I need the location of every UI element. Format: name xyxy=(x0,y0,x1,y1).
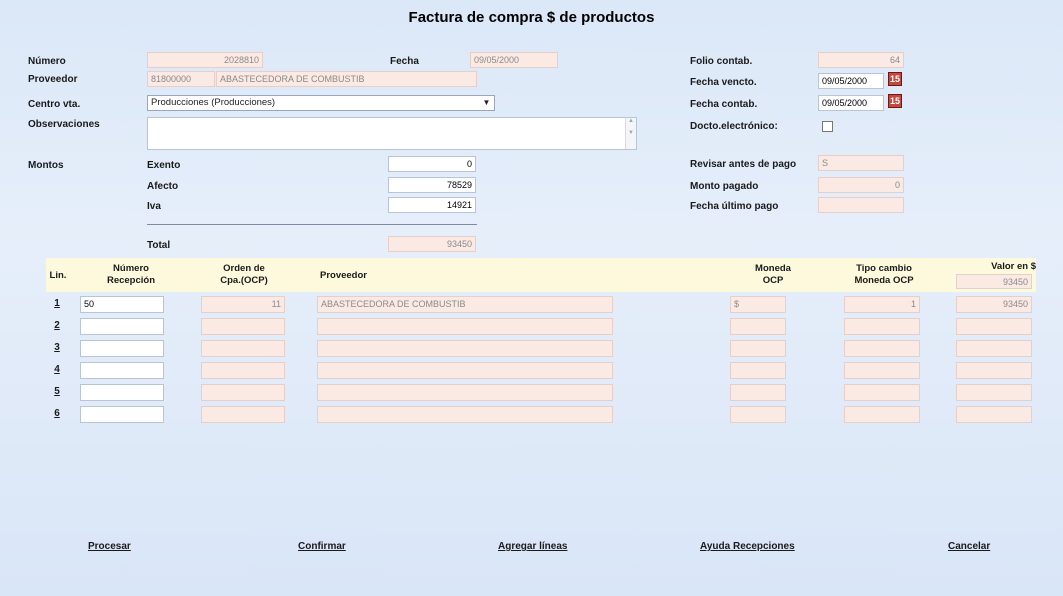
fecha-field: 09/05/2000 xyxy=(470,52,558,68)
numero-recepcion-input[interactable] xyxy=(80,362,164,379)
proveedor-code-field: 81800000 xyxy=(147,71,215,87)
valor-field xyxy=(956,406,1032,423)
folio-label: Folio contab. xyxy=(690,56,753,67)
orden-cpa-field xyxy=(201,384,285,401)
page-title: Factura de compra $ de productos xyxy=(408,9,655,26)
row-line-link[interactable]: 4 xyxy=(50,364,64,375)
moneda-ocp-field xyxy=(730,406,786,423)
orden-cpa-field xyxy=(201,318,285,335)
centro-selected-value: Producciones (Producciones) xyxy=(151,97,276,108)
total-label: Total xyxy=(147,240,171,251)
observaciones-label: Observaciones xyxy=(28,119,100,130)
numero-recepcion-input[interactable] xyxy=(80,340,164,357)
folio-field: 64 xyxy=(818,52,904,68)
numero-field: 2028810 xyxy=(147,52,263,68)
numero-recepcion-input[interactable] xyxy=(80,318,164,335)
row-line-link[interactable]: 2 xyxy=(50,320,64,331)
calendar-icon[interactable]: 15 xyxy=(888,72,902,86)
moneda-ocp-field: $ xyxy=(730,296,786,313)
row-line-link[interactable]: 6 xyxy=(50,408,64,419)
docto-electronico-checkbox[interactable] xyxy=(822,121,833,132)
chevron-down-icon[interactable]: ▼ xyxy=(481,97,492,109)
tipo-cambio-field xyxy=(844,362,920,379)
montos-label: Montos xyxy=(28,160,64,171)
row-line-link[interactable]: 3 xyxy=(50,342,64,353)
row-proveedor-field xyxy=(317,406,613,423)
monto-pagado-field: 0 xyxy=(818,177,904,193)
tipo-cambio-field xyxy=(844,318,920,335)
centro-select[interactable]: Producciones (Producciones) ▼ xyxy=(147,95,495,111)
fecha-contab-input[interactable]: 09/05/2000 xyxy=(818,95,884,111)
row-proveedor-field xyxy=(317,384,613,401)
orden-cpa-field xyxy=(201,406,285,423)
tipo-cambio-field xyxy=(844,384,920,401)
numero-recepcion-input[interactable]: 50 xyxy=(80,296,164,313)
col-moneda-header: Moneda OCP xyxy=(755,263,791,286)
fecha-vencto-label: Fecha vencto. xyxy=(690,77,757,88)
col-valor-header: Valor en $ xyxy=(991,261,1036,272)
moneda-ocp-field xyxy=(730,318,786,335)
revisar-label: Revisar antes de pago xyxy=(690,159,797,170)
iva-input[interactable]: 14921 xyxy=(388,197,476,213)
exento-label: Exento xyxy=(147,160,181,171)
observaciones-textarea[interactable]: ▲ ▼ xyxy=(147,117,637,150)
row-line-link[interactable]: 1 xyxy=(50,298,64,309)
valor-field xyxy=(956,362,1032,379)
moneda-ocp-field xyxy=(730,340,786,357)
valor-total-field: 93450 xyxy=(956,274,1032,289)
proveedor-label: Proveedor xyxy=(28,74,78,85)
iva-label: Iva xyxy=(147,201,161,212)
valor-field xyxy=(956,318,1032,335)
orden-cpa-field xyxy=(201,362,285,379)
col-lin-header: Lin. xyxy=(49,270,67,281)
numero-recepcion-input[interactable] xyxy=(80,384,164,401)
row-proveedor-field xyxy=(317,340,613,357)
fecha-ultimo-pago-label: Fecha último pago xyxy=(690,201,779,212)
observaciones-scrollbar[interactable]: ▲ ▼ xyxy=(625,118,636,149)
calendar-icon[interactable]: 15 xyxy=(888,94,902,108)
valor-field: 93450 xyxy=(956,296,1032,313)
fecha-label: Fecha xyxy=(390,56,419,67)
orden-cpa-field xyxy=(201,340,285,357)
tipo-cambio-field xyxy=(844,406,920,423)
tipo-cambio-field xyxy=(844,340,920,357)
col-tipo-cambio-header: Tipo cambio Moneda OCP xyxy=(854,263,914,286)
tipo-cambio-field: 1 xyxy=(844,296,920,313)
valor-field xyxy=(956,340,1032,357)
procesar-link[interactable]: Procesar xyxy=(88,541,131,552)
col-proveedor-header: Proveedor xyxy=(320,270,367,281)
col-orden-header: Orden de Cpa.(OCP) xyxy=(220,263,268,286)
total-field: 93450 xyxy=(388,236,476,252)
total-divider xyxy=(147,224,477,225)
revisar-field: S xyxy=(818,155,904,171)
fecha-vencto-input[interactable]: 09/05/2000 xyxy=(818,73,884,89)
row-proveedor-field xyxy=(317,362,613,379)
moneda-ocp-field xyxy=(730,384,786,401)
row-proveedor-field: ABASTECEDORA DE COMBUSTIB xyxy=(317,296,613,313)
numero-recepcion-input[interactable] xyxy=(80,406,164,423)
ayuda-recepciones-link[interactable]: Ayuda Recepciones xyxy=(700,541,795,552)
afecto-input[interactable]: 78529 xyxy=(388,177,476,193)
proveedor-name-field: ABASTECEDORA DE COMBUSTIB xyxy=(216,71,477,87)
row-proveedor-field xyxy=(317,318,613,335)
valor-field xyxy=(956,384,1032,401)
afecto-label: Afecto xyxy=(147,181,179,192)
moneda-ocp-field xyxy=(730,362,786,379)
docto-electronico-label: Docto.electrónico: xyxy=(690,121,778,132)
fecha-ultimo-pago-field xyxy=(818,197,904,213)
monto-pagado-label: Monto pagado xyxy=(690,181,759,192)
confirmar-link[interactable]: Confirmar xyxy=(298,541,346,552)
exento-input[interactable]: 0 xyxy=(388,156,476,172)
numero-label: Número xyxy=(28,56,66,67)
row-line-link[interactable]: 5 xyxy=(50,386,64,397)
agregar-lineas-link[interactable]: Agregar líneas xyxy=(498,541,567,552)
cancelar-link[interactable]: Cancelar xyxy=(948,541,990,552)
fecha-contab-label: Fecha contab. xyxy=(690,99,758,110)
col-numero-header: Número Recepción xyxy=(106,263,156,286)
orden-cpa-field: 11 xyxy=(201,296,285,313)
centro-label: Centro vta. xyxy=(28,99,81,110)
